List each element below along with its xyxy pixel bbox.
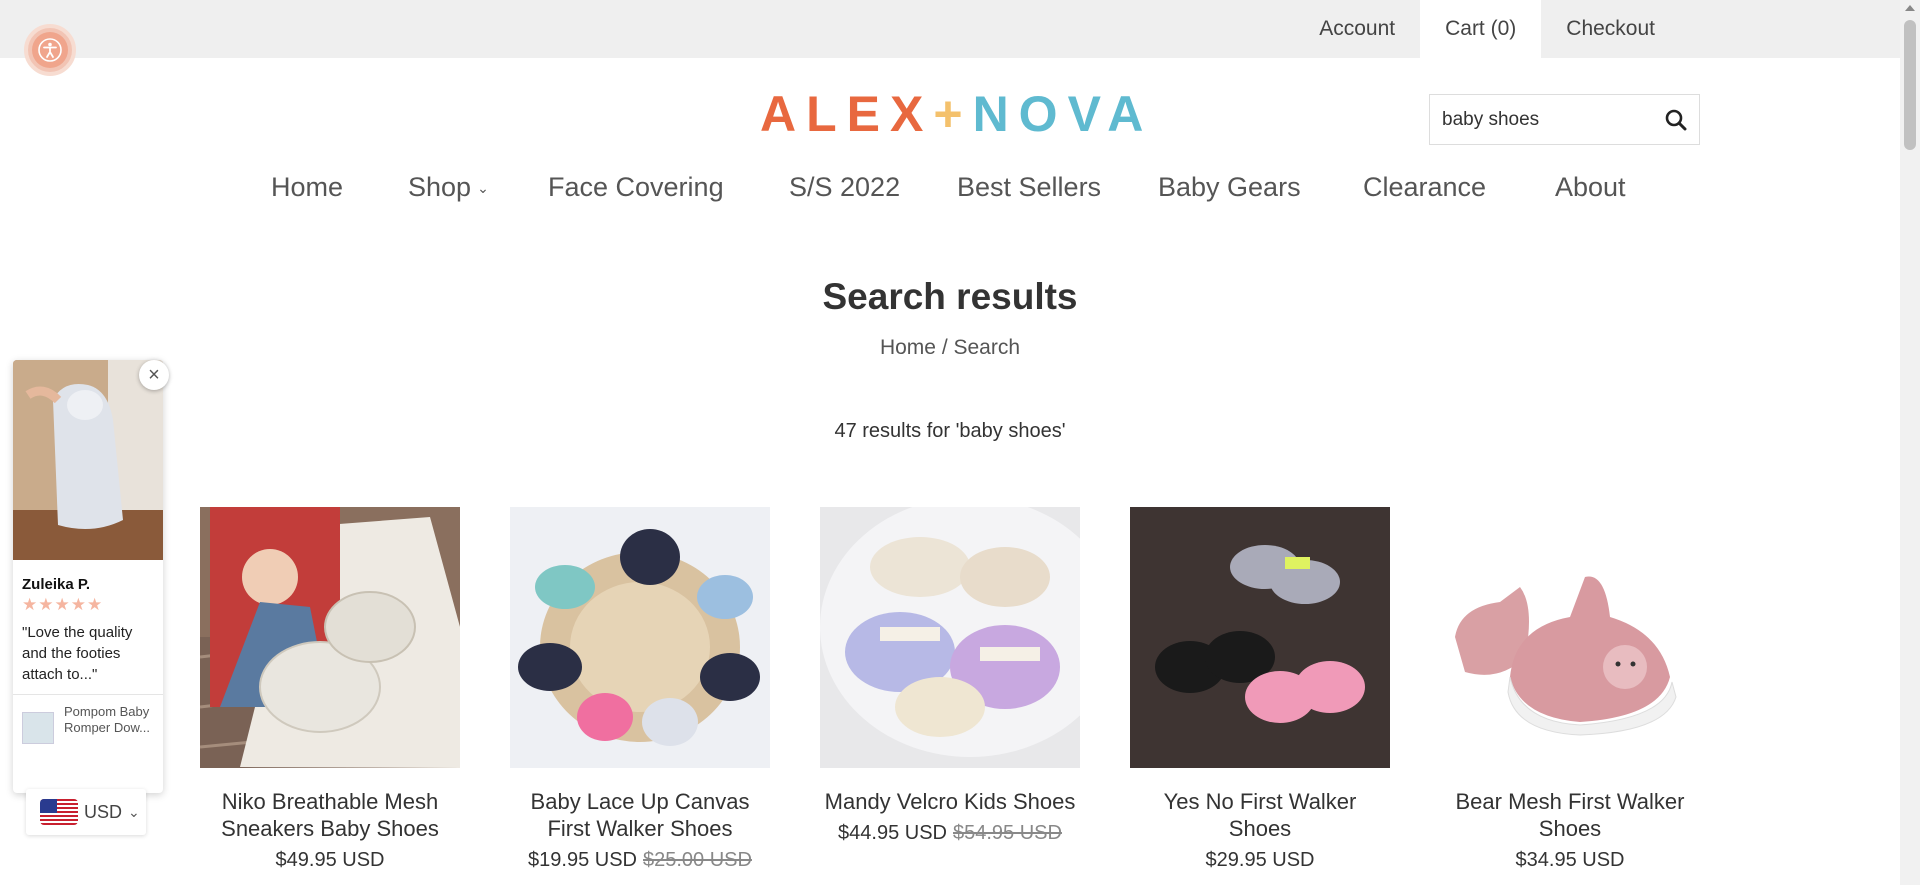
price-current: $29.95 USD (1205, 849, 1315, 871)
nav-home[interactable]: Home (271, 172, 343, 203)
result-count: 47 results for 'baby shoes' (834, 420, 1066, 442)
product-price: $29.95 USD (1130, 849, 1390, 872)
logo-plus: + (933, 86, 973, 142)
logo-text-alex: ALEX (760, 86, 934, 142)
search-button[interactable] (1663, 107, 1689, 133)
close-icon[interactable]: × (139, 360, 169, 390)
product-card[interactable]: Mandy Velcro Kids Shoes $44.95 USD $54.95… (820, 507, 1080, 845)
nav-ss-2022[interactable]: S/S 2022 (789, 172, 900, 203)
nav-baby-gears[interactable]: Baby Gears (1158, 172, 1301, 203)
logo-text-nova: NOVA (972, 86, 1154, 142)
nav-clearance[interactable]: Clearance (1363, 172, 1486, 203)
product-name[interactable]: Mandy Velcro Kids Shoes (820, 788, 1080, 815)
product-name[interactable]: Yes No First Walker Shoes (1130, 788, 1390, 842)
product-image[interactable] (1130, 507, 1390, 768)
cart-link[interactable]: Cart (0) (1420, 0, 1542, 58)
search-icon (1665, 109, 1687, 131)
nav-shop[interactable]: Shop ⌄ (408, 172, 489, 203)
checkout-link[interactable]: Checkout (1541, 0, 1680, 58)
reviewed-product-name[interactable]: Pompom Baby Romper Dow... (64, 704, 159, 736)
currency-code: USD (84, 801, 123, 822)
breadcrumb-separator: / (941, 336, 948, 359)
review-quote: "Love the quality and the footies attach… (22, 624, 133, 683)
accessibility-icon (32, 32, 68, 68)
product-price: $34.95 USD (1440, 849, 1700, 872)
product-price: $44.95 USD $54.95 USD (820, 822, 1080, 845)
chevron-down-icon: ⌄ (128, 803, 140, 820)
breadcrumb-home[interactable]: Home (880, 336, 936, 359)
product-image[interactable] (510, 507, 770, 768)
review-photo (13, 360, 163, 560)
product-price: $49.95 USD (200, 849, 460, 872)
currency-selector[interactable]: USD ⌄ (26, 789, 146, 835)
page-title: Search results (822, 276, 1078, 317)
product-card[interactable]: Baby Lace Up Canvas First Walker Shoes $… (510, 507, 770, 872)
scrollbar-thumb[interactable] (1904, 20, 1916, 150)
main-nav: Home Shop ⌄ Face Covering S/S 2022 Best S… (0, 172, 1900, 212)
product-name[interactable]: Baby Lace Up Canvas First Walker Shoes (510, 788, 770, 842)
product-image[interactable] (200, 507, 460, 768)
review-popup[interactable]: × Zuleika P. ★★★★★ "Love the quality and… (13, 360, 169, 793)
search-box (1429, 94, 1700, 145)
nav-best-sellers[interactable]: Best Sellers (957, 172, 1101, 203)
product-card[interactable]: Yes No First Walker Shoes $29.95 USD (1130, 507, 1390, 872)
product-card[interactable]: Bear Mesh First Walker Shoes $34.95 USD (1440, 507, 1700, 872)
account-link[interactable]: Account (1294, 0, 1420, 58)
product-price: $19.95 USD $25.00 USD (510, 849, 770, 872)
breadcrumb-current: Search (953, 336, 1021, 359)
us-flag-icon (40, 799, 78, 825)
breadcrumb: Home / Search (0, 336, 1900, 360)
product-name[interactable]: Niko Breathable Mesh Sneakers Baby Shoes (200, 788, 460, 842)
scrollbar[interactable] (1900, 0, 1920, 885)
product-image[interactable] (1440, 507, 1700, 768)
price-original: $25.00 USD (643, 849, 752, 871)
search-input[interactable] (1442, 95, 1652, 144)
product-card[interactable]: Niko Breathable Mesh Sneakers Baby Shoes… (200, 507, 460, 872)
product-image[interactable] (820, 507, 1080, 768)
chevron-down-icon: ⌄ (477, 180, 489, 197)
price-original: $54.95 USD (953, 822, 1062, 844)
reviewer-name: Zuleika P. (22, 576, 91, 593)
nav-about[interactable]: About (1555, 172, 1626, 203)
site-logo[interactable]: ALEX+NOVA (760, 84, 1143, 144)
top-bar: Account Cart (0) Checkout (0, 0, 1900, 58)
scroll-up-arrow-icon[interactable] (1905, 5, 1915, 11)
price-current: $19.95 USD (528, 849, 637, 871)
accessibility-button[interactable] (24, 24, 76, 76)
price-current: $49.95 USD (275, 849, 385, 871)
reviewed-product-thumbnail[interactable] (22, 712, 54, 744)
product-name[interactable]: Bear Mesh First Walker Shoes (1440, 788, 1700, 842)
rating-stars: ★★★★★ (22, 595, 104, 614)
nav-face-covering[interactable]: Face Covering (548, 172, 724, 203)
account-links: Account Cart (0) Checkout (1294, 0, 1680, 58)
price-current: $44.95 USD (838, 822, 947, 844)
price-current: $34.95 USD (1515, 849, 1625, 871)
nav-shop-label: Shop (408, 172, 472, 202)
divider (13, 694, 163, 695)
